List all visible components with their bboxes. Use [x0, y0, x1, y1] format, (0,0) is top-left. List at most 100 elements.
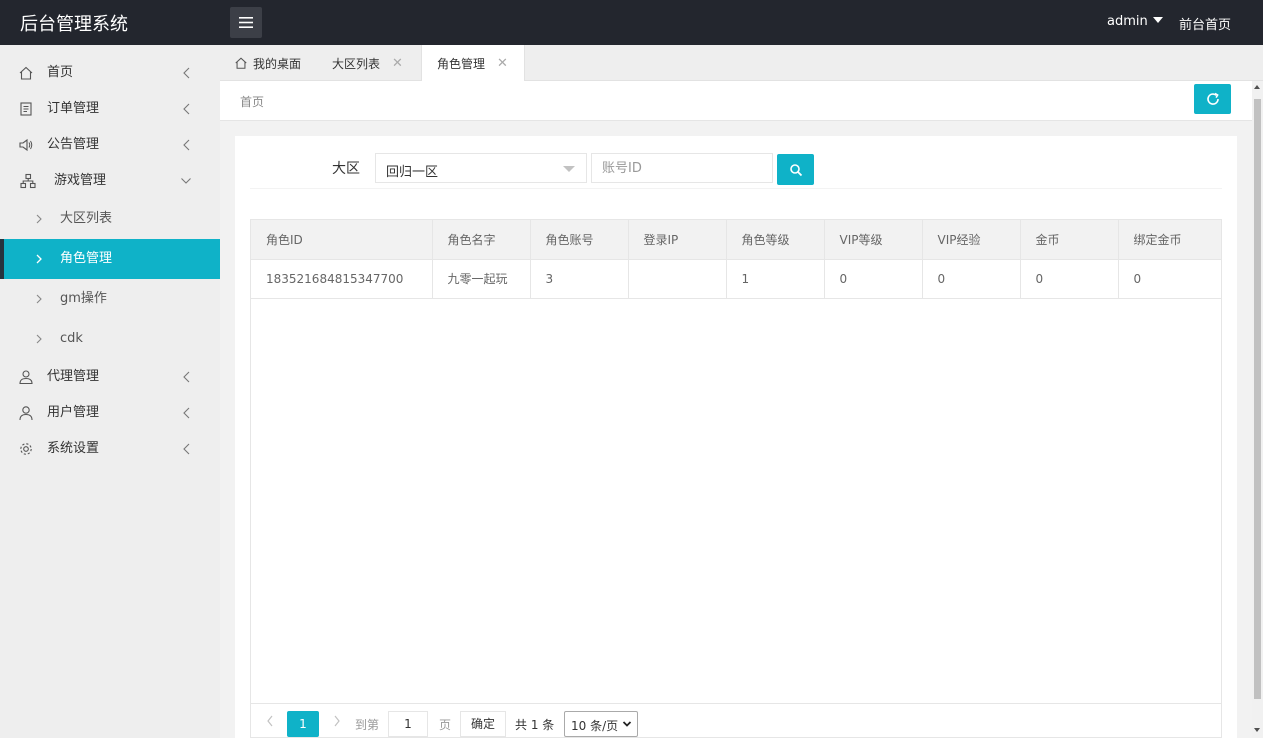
page-size-select[interactable]: 10 条/页 [564, 711, 638, 737]
chevron-right-icon [36, 294, 42, 304]
breadcrumb-bar: 首页 [220, 81, 1252, 121]
scrollbar-thumb[interactable] [1254, 99, 1261, 699]
chevron-left-icon[interactable] [265, 714, 275, 728]
submenu-item-region-list[interactable]: 大区列表 [0, 199, 220, 239]
page-scrollbar[interactable] [1252, 81, 1263, 738]
column-header[interactable]: 角色等级 [726, 220, 825, 260]
table-header-row: 角色ID 角色名字 角色账号 登录IP 角色等级 VIP等级 VIP经验 金币 … [251, 220, 1221, 260]
table-cell: 1 [726, 259, 825, 299]
page-size-value: 10 条/页 [571, 719, 619, 733]
account-id-input[interactable] [591, 153, 773, 183]
tab-my-desktop[interactable]: 我的桌面 [234, 45, 301, 81]
goto-confirm-button[interactable]: 确定 [460, 711, 506, 737]
refresh-button[interactable] [1194, 84, 1231, 114]
sidebar-item-users[interactable]: 用户管理 [0, 395, 220, 431]
search-button[interactable] [777, 154, 814, 185]
sidebar-item-label: 首页 [47, 65, 74, 80]
current-page-button[interactable]: 1 [287, 711, 319, 737]
chevron-right-icon[interactable] [332, 714, 342, 728]
gear-icon [20, 443, 32, 455]
sidebar-item-label: 订单管理 [47, 101, 100, 116]
column-header[interactable]: 金币 [1020, 220, 1119, 260]
chevron-left-icon [183, 103, 190, 115]
username: admin [1107, 14, 1148, 29]
home-icon [235, 57, 247, 69]
close-icon[interactable]: ✕ [392, 56, 403, 71]
sidebar-item-orders[interactable]: 订单管理 [0, 91, 220, 127]
menu-toggle-button[interactable] [230, 7, 262, 38]
tab-region-list[interactable]: 大区列表 ✕ [332, 45, 403, 81]
form-divider [250, 188, 1222, 189]
column-header[interactable]: 登录IP [628, 220, 727, 260]
top-header: 后台管理系统 admin 前台首页 [0, 0, 1263, 45]
region-label: 大区 [332, 161, 360, 177]
submenu-item-gm-operations[interactable]: gm操作 [0, 279, 220, 319]
region-select-value: 回归一区 [386, 165, 439, 180]
region-select[interactable]: 回归一区 [375, 153, 587, 183]
table-cell: 九零一起玩 [432, 259, 531, 299]
column-header[interactable]: 角色账号 [530, 220, 629, 260]
chevron-left-icon [183, 67, 190, 79]
tab-label: 我的桌面 [253, 56, 302, 71]
table-cell: 0 [1020, 259, 1119, 299]
sidebar-item-agents[interactable]: 代理管理 [0, 359, 220, 395]
chevron-down-icon [181, 178, 191, 184]
sidebar-item-label: 用户管理 [47, 405, 100, 420]
app-title: 后台管理系统 [20, 14, 128, 35]
submenu-item-label: 角色管理 [60, 251, 113, 266]
scroll-up-icon[interactable] [1254, 85, 1260, 89]
sidebar-item-game-management[interactable]: 游戏管理 [0, 163, 220, 199]
column-header[interactable]: VIP经验 [922, 220, 1021, 260]
breadcrumb[interactable]: 首页 [240, 93, 264, 110]
sidebar: 首页 订单管理 公告管理 游戏管理 大区列表 角色管理 gm操作 cdk 代理管… [0, 45, 220, 738]
table-cell: 3 [530, 259, 629, 299]
table-cell [628, 259, 727, 299]
refresh-icon [1206, 92, 1219, 105]
submenu-item-label: cdk [60, 331, 83, 346]
column-header[interactable]: 绑定金币 [1118, 220, 1221, 260]
tab-role-management[interactable]: 角色管理 ✕ [421, 45, 525, 82]
sidebar-item-home[interactable]: 首页 [0, 55, 220, 91]
table-cell: 183521684815347700 [251, 259, 433, 299]
sitemap-icon [20, 173, 36, 189]
sidebar-item-label: 代理管理 [47, 369, 100, 384]
chevron-left-icon [183, 371, 190, 383]
goto-page-input[interactable] [388, 711, 428, 737]
search-icon [789, 163, 802, 176]
home-icon [19, 66, 33, 80]
hamburger-icon [239, 17, 253, 28]
chevron-right-icon [36, 334, 42, 344]
pagination: 1 到第 页 确定 共 1 条 10 条/页 [250, 703, 1222, 738]
page-suffix-label: 页 [439, 718, 452, 732]
sidebar-item-label: 公告管理 [47, 137, 100, 152]
chevron-right-icon [36, 214, 42, 224]
goto-label: 到第 [355, 718, 380, 732]
table-cell: 0 [824, 259, 923, 299]
table-cell: 0 [922, 259, 1021, 299]
submenu-item-cdk[interactable]: cdk [0, 319, 220, 359]
close-icon[interactable]: ✕ [497, 56, 508, 71]
chevron-left-icon [183, 443, 190, 455]
user-group-icon [19, 370, 33, 385]
sidebar-item-announcements[interactable]: 公告管理 [0, 127, 220, 163]
chevron-left-icon [183, 407, 190, 419]
user-icon [19, 406, 33, 421]
column-header[interactable]: 角色ID [251, 220, 433, 260]
chevron-left-icon [183, 139, 190, 151]
user-menu[interactable]: admin [1107, 14, 1163, 29]
scroll-down-icon[interactable] [1254, 728, 1260, 732]
speaker-icon [19, 138, 33, 152]
sidebar-item-settings[interactable]: 系统设置 [0, 431, 220, 467]
front-home-link[interactable]: 前台首页 [1179, 14, 1231, 33]
main-card: 大区 回归一区 角色ID 角色名字 角色账号 登录IP 角色等级 VIP等级 V… [235, 136, 1237, 738]
sidebar-item-label: 游戏管理 [54, 173, 107, 188]
submenu-item-role-management[interactable]: 角色管理 [0, 239, 220, 279]
tab-label: 角色管理 [437, 57, 486, 71]
table-row[interactable]: 183521684815347700 九零一起玩 3 1 0 0 0 0 [251, 259, 1221, 299]
tab-bar: 我的桌面 大区列表 ✕ 角色管理 ✕ [220, 45, 1263, 82]
column-header[interactable]: VIP等级 [824, 220, 923, 260]
submenu-item-label: gm操作 [60, 291, 107, 306]
tab-label: 大区列表 [332, 56, 381, 71]
chevron-down-icon [622, 721, 632, 727]
column-header[interactable]: 角色名字 [432, 220, 531, 260]
